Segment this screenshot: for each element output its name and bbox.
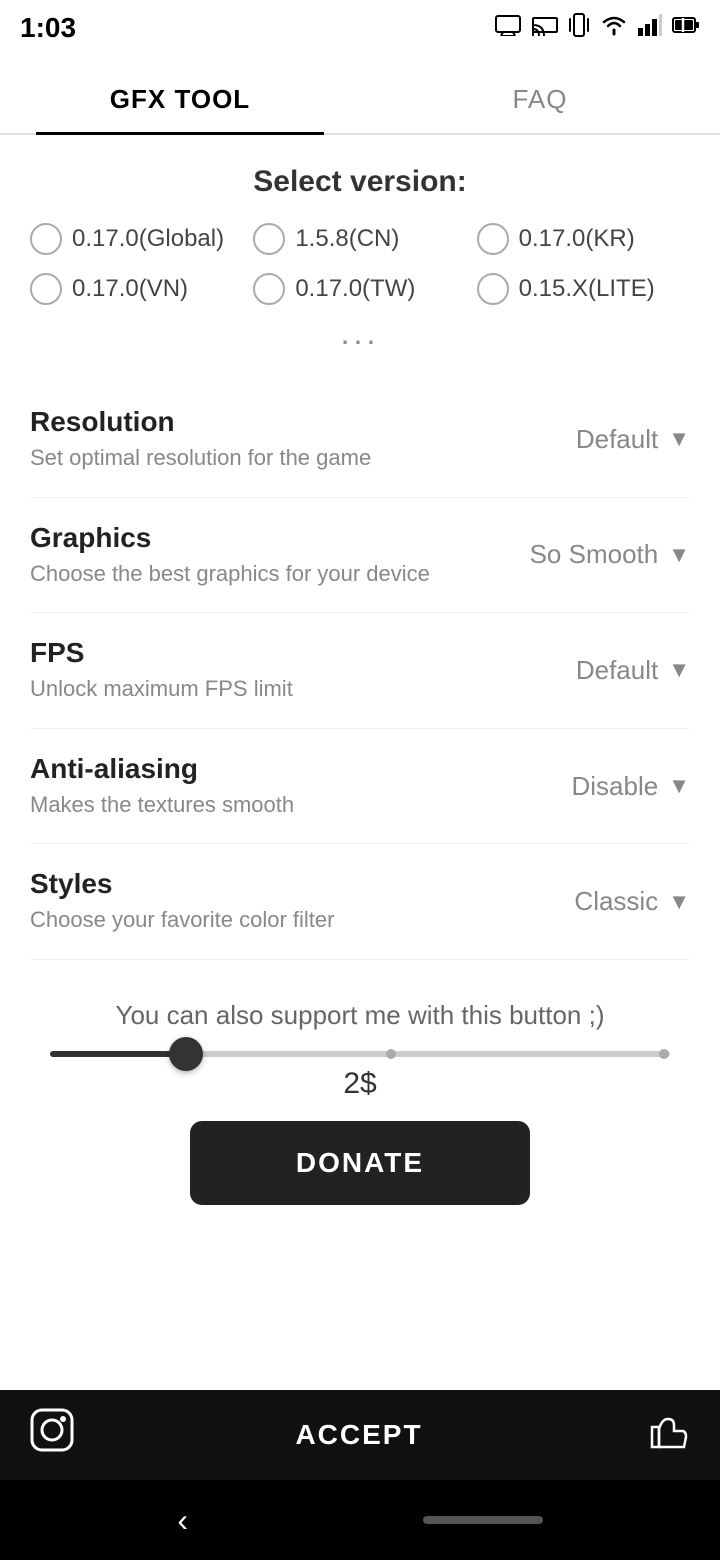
more-dots[interactable]: ... xyxy=(30,315,690,352)
version-tw-label: 0.17.0(TW) xyxy=(295,275,415,303)
radio-vn xyxy=(30,273,62,305)
antialiasing-desc: Makes the textures smooth xyxy=(30,791,490,820)
cast-icon xyxy=(532,14,558,42)
radio-lite xyxy=(477,273,509,305)
version-vn-label: 0.17.0(VN) xyxy=(72,275,188,303)
radio-tw xyxy=(253,273,285,305)
status-time: 1:03 xyxy=(20,12,76,44)
bottom-bar: ACCEPT xyxy=(0,1390,720,1480)
fps-row: FPS Unlock maximum FPS limit Default ▼ xyxy=(30,613,690,729)
version-kr[interactable]: 0.17.0(KR) xyxy=(477,223,690,255)
fps-info: FPS Unlock maximum FPS limit xyxy=(30,637,510,704)
donate-button[interactable]: DONATE xyxy=(190,1121,530,1205)
version-title: Select version: xyxy=(30,165,690,199)
fps-arrow: ▼ xyxy=(668,657,690,683)
antialiasing-arrow: ▼ xyxy=(668,773,690,799)
tab-bar: GFX TOOL FAQ xyxy=(0,56,720,135)
antialiasing-row: Anti-aliasing Makes the textures smooth … xyxy=(30,729,690,845)
fps-name: FPS xyxy=(30,637,490,669)
resolution-info: Resolution Set optimal resolution for th… xyxy=(30,406,510,473)
antialiasing-name: Anti-aliasing xyxy=(30,753,490,785)
resolution-control[interactable]: Default ▼ xyxy=(510,424,690,455)
slider-thumb[interactable] xyxy=(169,1037,203,1071)
like-icon[interactable] xyxy=(644,1409,690,1461)
battery-icon xyxy=(672,16,700,40)
home-pill[interactable] xyxy=(423,1516,543,1524)
support-text: You can also support me with this button… xyxy=(30,1000,690,1031)
instagram-icon[interactable] xyxy=(30,1408,74,1462)
version-vn[interactable]: 0.17.0(VN) xyxy=(30,273,243,305)
antialiasing-info: Anti-aliasing Makes the textures smooth xyxy=(30,753,510,820)
status-icons xyxy=(494,12,700,44)
styles-desc: Choose your favorite color filter xyxy=(30,906,490,935)
accept-button[interactable]: ACCEPT xyxy=(94,1399,624,1471)
version-kr-label: 0.17.0(KR) xyxy=(519,225,635,253)
slider-dot-mid xyxy=(386,1049,396,1059)
styles-name: Styles xyxy=(30,868,490,900)
tab-gfx-tool[interactable]: GFX TOOL xyxy=(0,56,360,133)
version-tw[interactable]: 0.17.0(TW) xyxy=(253,273,466,305)
tab-faq[interactable]: FAQ xyxy=(360,56,720,133)
antialiasing-value: Disable xyxy=(572,771,659,802)
slider-dot-end xyxy=(659,1049,669,1059)
radio-global xyxy=(30,223,62,255)
donation-slider-container[interactable] xyxy=(30,1051,690,1057)
styles-row: Styles Choose your favorite color filter… xyxy=(30,844,690,960)
signal-icon xyxy=(638,14,662,42)
styles-info: Styles Choose your favorite color filter xyxy=(30,868,510,935)
graphics-info: Graphics Choose the best graphics for yo… xyxy=(30,522,510,589)
wifi-icon xyxy=(600,14,628,42)
resolution-row: Resolution Set optimal resolution for th… xyxy=(30,382,690,498)
settings-section: Resolution Set optimal resolution for th… xyxy=(30,372,690,970)
tv-icon xyxy=(494,14,522,42)
slider-fill xyxy=(50,1051,186,1057)
antialiasing-control[interactable]: Disable ▼ xyxy=(510,771,690,802)
nav-bar: ‹ xyxy=(0,1480,720,1560)
version-lite[interactable]: 0.15.X(LITE) xyxy=(477,273,690,305)
radio-kr xyxy=(477,223,509,255)
version-lite-label: 0.15.X(LITE) xyxy=(519,275,655,303)
styles-control[interactable]: Classic ▼ xyxy=(510,886,690,917)
graphics-value: So Smooth xyxy=(530,539,659,570)
status-bar: 1:03 xyxy=(0,0,720,56)
styles-arrow: ▼ xyxy=(668,889,690,915)
fps-control[interactable]: Default ▼ xyxy=(510,655,690,686)
resolution-desc: Set optimal resolution for the game xyxy=(30,444,490,473)
resolution-name: Resolution xyxy=(30,406,490,438)
graphics-name: Graphics xyxy=(30,522,490,554)
slider-value: 2$ xyxy=(30,1067,690,1101)
slider-track[interactable] xyxy=(50,1051,670,1057)
graphics-desc: Choose the best graphics for your device xyxy=(30,560,490,589)
main-content: Select version: 0.17.0(Global) 1.5.8(CN)… xyxy=(0,135,720,1435)
version-global-label: 0.17.0(Global) xyxy=(72,225,224,253)
fps-value: Default xyxy=(576,655,658,686)
radio-cn xyxy=(253,223,285,255)
graphics-row: Graphics Choose the best graphics for yo… xyxy=(30,498,690,614)
version-global[interactable]: 0.17.0(Global) xyxy=(30,223,243,255)
vibrate-icon xyxy=(568,12,590,44)
version-cn-label: 1.5.8(CN) xyxy=(295,225,399,253)
version-grid: 0.17.0(Global) 1.5.8(CN) 0.17.0(KR) 0.17… xyxy=(30,223,690,305)
version-cn[interactable]: 1.5.8(CN) xyxy=(253,223,466,255)
fps-desc: Unlock maximum FPS limit xyxy=(30,675,490,704)
resolution-value: Default xyxy=(576,424,658,455)
graphics-control[interactable]: So Smooth ▼ xyxy=(510,539,690,570)
styles-value: Classic xyxy=(574,886,658,917)
back-button[interactable]: ‹ xyxy=(177,1502,188,1539)
resolution-arrow: ▼ xyxy=(668,426,690,452)
graphics-arrow: ▼ xyxy=(668,542,690,568)
